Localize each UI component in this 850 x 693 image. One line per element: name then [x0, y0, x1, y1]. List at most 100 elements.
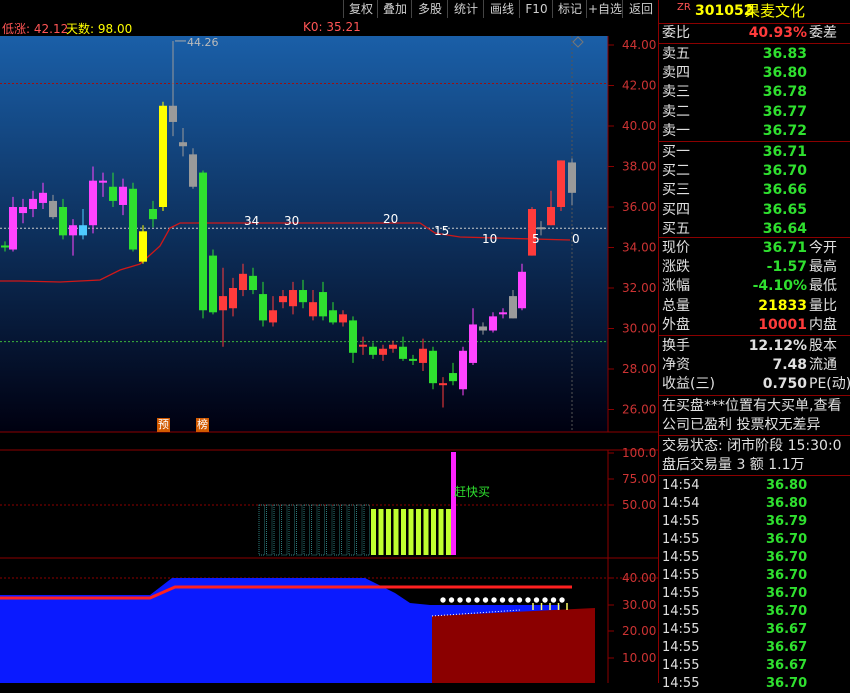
candle-body	[469, 324, 477, 363]
tick-price: 36.67	[766, 658, 808, 673]
chart-area[interactable]: 44.00 42.00 40.00 38.00 36.00 34.00 32.00 30.00…	[0, 18, 658, 683]
candle-body	[399, 346, 407, 359]
marker-yu: 预	[157, 418, 170, 432]
toolbar-f10-button[interactable]: F10	[519, 0, 553, 18]
toolbar-overlay-button[interactable]: 叠加	[377, 0, 412, 18]
toolbar-statistics-button[interactable]: 统计	[447, 0, 484, 18]
candle-body	[19, 207, 27, 214]
marker-dot	[440, 597, 446, 603]
quote-value: -4.10%	[752, 278, 807, 295]
signal-bar-outline	[296, 504, 303, 556]
toolbar-back-button[interactable]: 返回	[622, 0, 660, 18]
candle-body	[159, 105, 167, 207]
quote-row: 涨跌 -1.57 最高	[659, 258, 850, 277]
signal-bar	[408, 509, 414, 555]
candle-body	[299, 290, 307, 303]
candle-body	[499, 312, 507, 315]
mid-axis-label: 50.00	[622, 498, 656, 512]
marker-dot	[542, 597, 548, 603]
tick-time: 14:55	[662, 550, 700, 565]
curve-label: 15	[434, 224, 449, 238]
sell-level-row[interactable]: 卖五 36.83	[659, 45, 850, 64]
toolbar-multi-stock-button[interactable]: 多股	[411, 0, 448, 18]
buy-level-row[interactable]: 买二 36.70	[659, 162, 850, 181]
marker-dot	[448, 597, 455, 603]
candle-body	[119, 186, 127, 205]
marker-dot	[516, 597, 523, 603]
toolbar-add-watchlist-button[interactable]: +自选	[586, 0, 623, 18]
toolbar-mark-button[interactable]: 标记	[552, 0, 587, 18]
price-axis-label: 38.00	[622, 160, 656, 174]
candle-body	[9, 207, 17, 250]
stock-prefix: ZR	[677, 2, 691, 13]
buy-level-row[interactable]: 买三 36.66	[659, 181, 850, 200]
quote-row: 外盘 10001 内盘	[659, 316, 850, 335]
signal-bar	[446, 509, 451, 555]
tick-time: 14:55	[662, 640, 700, 655]
notice-company-text: 公司已盈利 投票权无差异	[662, 417, 821, 433]
quote-value: 21833	[758, 297, 807, 314]
sell-price: 36.83	[762, 46, 807, 62]
buy-level-row[interactable]: 买一 36.71	[659, 143, 850, 162]
toolbar-restore-rights-button[interactable]: 复权	[343, 0, 378, 18]
signal-bar-outline	[341, 504, 348, 556]
sell-level-row[interactable]: 卖二 36.77	[659, 103, 850, 122]
tick-row: 14:55 36.70	[659, 585, 850, 603]
bottom-axis-label: 40.00	[622, 571, 656, 585]
mid-axis-label: 75.00	[622, 472, 656, 486]
candle-body	[459, 350, 467, 390]
candle-body	[169, 105, 177, 122]
signal-bar-outline	[333, 504, 340, 556]
candle-body	[239, 273, 247, 291]
signal-bar	[438, 509, 444, 555]
signal-label: 赶快买	[454, 485, 490, 499]
candle-body	[309, 302, 317, 317]
mid-axis-label: 100.0	[622, 446, 656, 460]
curve-label: 5	[532, 232, 540, 246]
fundamental-label2: 流通	[809, 357, 837, 374]
signal-bar	[401, 509, 406, 555]
buy-level-row[interactable]: 买五 36.64	[659, 220, 850, 239]
toolbar-draw-line-button[interactable]: 画线	[483, 0, 520, 18]
marker-dot	[559, 597, 565, 603]
chart-toolbar: 复权 叠加 多股 统计 画线 F10 标记 +自选 返回	[0, 0, 660, 18]
signal-bar	[371, 509, 376, 555]
price-axis-label: 42.00	[622, 79, 656, 93]
signal-bar-outline	[303, 504, 310, 556]
marker-bang: 榜	[196, 418, 209, 432]
fundamental-label2: PE(动)	[809, 376, 850, 393]
sell-price: 36.80	[762, 65, 807, 82]
signal-bar-outline	[288, 504, 295, 556]
candle-body	[279, 296, 287, 303]
buy-price: 36.70	[762, 163, 807, 180]
tick-time: 14:54	[662, 478, 700, 493]
buy-level-row[interactable]: 买四 36.65	[659, 201, 850, 220]
price-axis-label: 32.00	[622, 281, 656, 295]
buy-price: 36.64	[762, 220, 807, 237]
quote-label: 涨跌	[662, 259, 690, 276]
sell-level-label: 卖四	[662, 65, 690, 82]
marker-dot	[533, 597, 540, 603]
candle-body	[547, 207, 555, 226]
signal-bar-outline	[266, 504, 273, 556]
sell-level-row[interactable]: 卖一 36.72	[659, 122, 850, 141]
sell-level-row[interactable]: 卖三 36.78	[659, 83, 850, 102]
signal-bar-outline	[273, 504, 280, 556]
notice-big-order[interactable]: 在买盘***位置有大买单,查看	[659, 397, 850, 416]
tick-time: 14:54	[662, 496, 700, 511]
signal-bar	[423, 509, 429, 555]
curve-label: 20	[383, 212, 398, 226]
fundamental-row: 收益(三) 0.750 PE(动)	[659, 375, 850, 394]
tick-row: 14:55 36.70	[659, 549, 850, 567]
notice-big-order-text: 在买盘***位置有大买单,查看	[662, 398, 842, 414]
price-axis-label: 26.00	[622, 403, 656, 417]
quote-label2: 内盘	[809, 316, 837, 333]
curve-label: 10	[482, 232, 497, 246]
fundamental-label2: 股本	[809, 338, 837, 354]
sell-level-row[interactable]: 卖四 36.80	[659, 64, 850, 83]
candle-body	[229, 288, 237, 309]
buy-level-label: 买三	[662, 182, 690, 199]
candle-body	[329, 310, 337, 323]
fundamental-row: 净资 7.48 流通	[659, 356, 850, 375]
trend-area-red	[432, 608, 595, 683]
